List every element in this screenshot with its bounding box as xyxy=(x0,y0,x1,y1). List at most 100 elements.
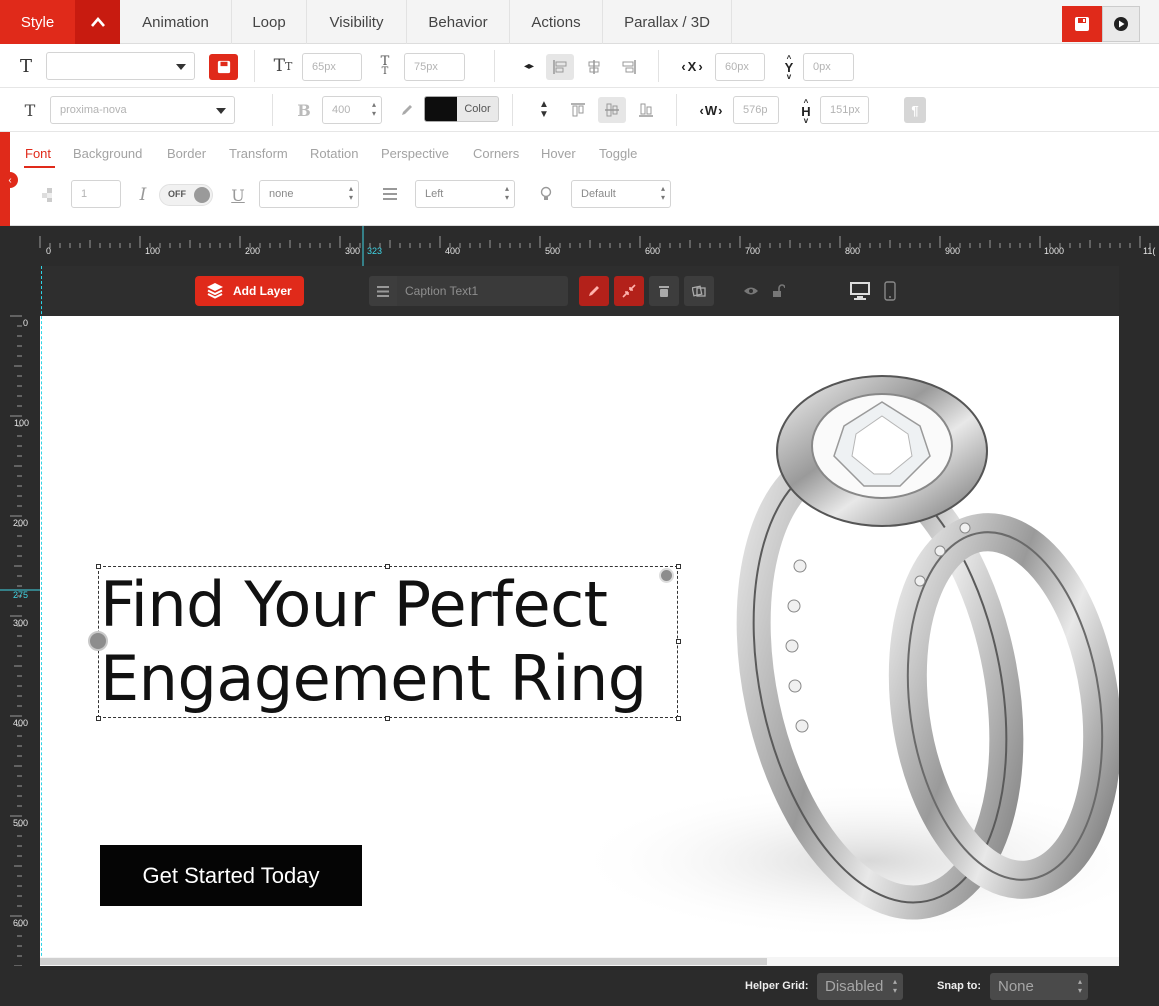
resize-handle-tr[interactable] xyxy=(676,564,681,569)
ruler-label: 900 xyxy=(945,246,961,256)
height-input[interactable]: 151px xyxy=(820,96,869,124)
width-input[interactable]: 576p xyxy=(733,96,779,124)
vertical-arrows-icon: ▲ ▼ xyxy=(539,99,549,120)
ruler-label: 1000 xyxy=(1044,246,1065,256)
resize-handle-bl[interactable] xyxy=(96,716,101,721)
valign-top-button[interactable] xyxy=(564,97,592,123)
align-right-button[interactable] xyxy=(615,54,643,80)
font-family-select[interactable]: proxima-nova xyxy=(50,96,235,124)
top-tab-bar: Style Animation Loop Visibility Behavior… xyxy=(0,0,1159,44)
cta-button[interactable]: Get Started Today xyxy=(100,845,362,906)
resize-handle-r[interactable] xyxy=(676,639,681,644)
font-weight-select[interactable]: 400 xyxy=(322,96,382,124)
headline-line-1: Find Your Perfect xyxy=(100,568,608,641)
whitespace-select[interactable]: Default xyxy=(571,180,671,208)
layer-rotate-icon[interactable] xyxy=(659,568,674,583)
toggle-knob xyxy=(194,187,210,203)
valign-bottom-button[interactable] xyxy=(632,97,660,123)
ruler-label: 800 xyxy=(845,246,861,256)
resize-handle-t[interactable] xyxy=(385,564,390,569)
paragraph-button[interactable]: ¶ xyxy=(904,97,926,123)
fit-layer-button[interactable] xyxy=(614,276,644,306)
ruler-label: 0 xyxy=(23,318,29,328)
layer-name-input[interactable]: Caption Text1 xyxy=(397,276,568,306)
paragraph-icon: ¶ xyxy=(911,102,919,118)
letter-spacing-input[interactable]: 1 xyxy=(71,180,121,208)
align-left-button[interactable] xyxy=(546,54,574,80)
align-center-icon xyxy=(588,60,600,74)
edit-layer-button[interactable] xyxy=(579,276,609,306)
desktop-view-button[interactable] xyxy=(848,280,872,302)
subtab-border[interactable]: Border xyxy=(167,146,206,161)
tab-animation[interactable]: Animation xyxy=(120,0,232,44)
tab-style[interactable]: Style xyxy=(0,0,75,44)
ruler-marker-x: 323 xyxy=(367,246,383,256)
ruler-label: 100 xyxy=(145,246,161,256)
collapse-toolbar-button[interactable] xyxy=(75,0,120,44)
subtab-rotation[interactable]: Rotation xyxy=(310,146,358,161)
compress-icon xyxy=(622,284,636,298)
height-icon: ^ Hv xyxy=(801,97,811,125)
tab-actions[interactable]: Actions xyxy=(510,0,603,44)
lightbulb-icon xyxy=(538,185,554,203)
resize-handle-b[interactable] xyxy=(385,716,390,721)
text-align-select[interactable]: Left xyxy=(415,180,515,208)
resize-handle-br[interactable] xyxy=(676,716,681,721)
hamburger-icon xyxy=(377,285,389,297)
tab-parallax-3d[interactable]: Parallax / 3D xyxy=(603,0,732,44)
valign-top-icon xyxy=(571,103,585,117)
subtab-perspective[interactable]: Perspective xyxy=(381,146,449,161)
layer-list-button[interactable] xyxy=(369,276,397,306)
save-layer-style-button[interactable] xyxy=(209,54,238,80)
headline-caption[interactable]: Find Your Perfect Engagement Ring xyxy=(100,568,680,716)
add-layer-button[interactable]: Add Layer xyxy=(195,276,304,306)
text-decoration-select[interactable]: none xyxy=(259,180,359,208)
subtab-hover[interactable]: Hover xyxy=(541,146,576,161)
delete-layer-button[interactable] xyxy=(649,276,679,306)
add-layer-label: Add Layer xyxy=(233,284,292,298)
resize-handle-tl[interactable] xyxy=(96,564,101,569)
save-button[interactable] xyxy=(1062,6,1102,42)
x-position-input[interactable]: 60px xyxy=(715,53,765,81)
snap-to-label: Snap to: xyxy=(937,980,981,992)
pencil-icon xyxy=(589,286,599,296)
align-center-button[interactable] xyxy=(580,54,608,80)
duplicate-layer-button[interactable] xyxy=(684,276,714,306)
desktop-icon xyxy=(850,282,870,300)
visibility-toggle[interactable] xyxy=(742,283,760,299)
text-align-icon xyxy=(381,186,399,202)
line-height-input[interactable]: 75px xyxy=(404,53,465,81)
helper-grid-select[interactable]: Disabled xyxy=(817,973,903,1000)
layers-icon xyxy=(207,283,223,299)
mobile-view-button[interactable] xyxy=(882,280,898,302)
font-size-input[interactable]: 65px xyxy=(302,53,362,81)
collapse-side-button[interactable]: ‹ xyxy=(2,172,18,188)
italic-toggle[interactable]: OFF xyxy=(159,184,213,206)
ruler-horizontal: 0 100 200 300 323 400 500 600 700 800 90… xyxy=(0,226,1159,266)
tab-loop[interactable]: Loop xyxy=(232,0,307,44)
headline-line-2: Engagement Ring xyxy=(100,642,647,715)
tab-visibility[interactable]: Visibility xyxy=(307,0,407,44)
preview-button[interactable] xyxy=(1102,6,1140,42)
rotate-handle[interactable] xyxy=(88,631,108,651)
layer-text-select[interactable] xyxy=(46,52,195,80)
y-position-input[interactable]: 0px xyxy=(803,53,854,81)
subtab-font[interactable]: Font xyxy=(25,146,51,161)
ruler-label: 0 xyxy=(46,246,52,256)
subtab-background[interactable]: Background xyxy=(73,146,142,161)
valign-middle-button[interactable] xyxy=(598,97,626,123)
snap-to-select[interactable]: None xyxy=(990,973,1088,1000)
trash-icon xyxy=(659,286,669,297)
subtab-corners[interactable]: Corners xyxy=(473,146,519,161)
eye-icon xyxy=(744,287,758,295)
ruler-label: 300 xyxy=(13,618,29,628)
subtab-transform[interactable]: Transform xyxy=(229,146,288,161)
color-picker-button[interactable]: Color xyxy=(457,96,499,122)
subtab-toggle[interactable]: Toggle xyxy=(599,146,637,161)
lock-toggle[interactable] xyxy=(770,283,786,299)
color-swatch[interactable] xyxy=(424,96,458,122)
canvas-scroll-thumb[interactable] xyxy=(40,958,767,965)
canvas-right-gutter xyxy=(1119,266,1159,966)
ruler-label: 300 xyxy=(345,246,361,256)
tab-behavior[interactable]: Behavior xyxy=(407,0,510,44)
